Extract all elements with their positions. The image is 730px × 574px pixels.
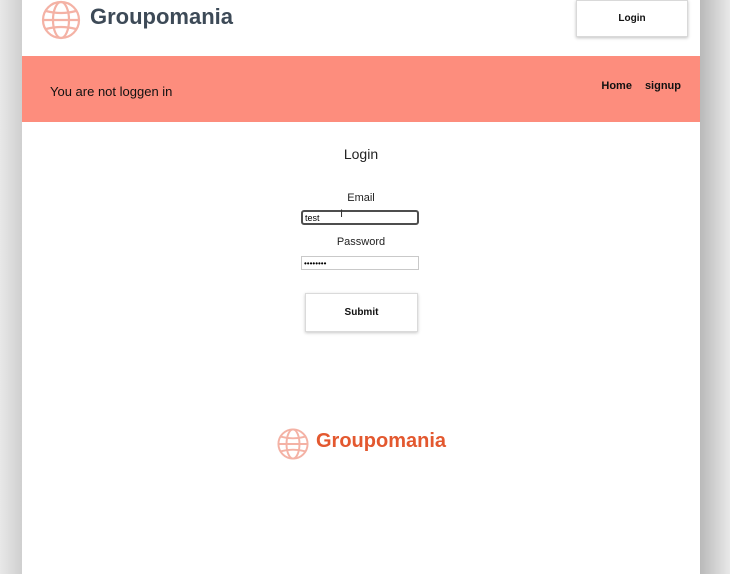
text-cursor-icon: I — [340, 208, 344, 220]
nav-link-home[interactable]: Home — [601, 80, 632, 92]
status-banner: You are not loggen in Home signup — [22, 56, 700, 122]
submit-button[interactable]: Submit — [305, 293, 418, 332]
top-header: Groupomania Login — [22, 0, 700, 56]
globe-icon — [41, 0, 81, 40]
form-title: Login — [343, 146, 379, 162]
globe-icon — [277, 428, 309, 460]
email-field[interactable] — [301, 210, 419, 225]
nav-links: Home signup — [601, 80, 681, 92]
login-status-text: You are not loggen in — [50, 84, 173, 99]
nav-link-signup[interactable]: signup — [645, 80, 681, 92]
password-label: Password — [336, 236, 386, 248]
brand-name[interactable]: Groupomania — [90, 4, 233, 30]
login-button[interactable]: Login — [576, 0, 688, 37]
password-field[interactable] — [301, 256, 419, 270]
window-shadow-left — [0, 0, 22, 574]
page: Groupomania Login You are not loggen in … — [22, 0, 700, 574]
email-label: Email — [347, 192, 375, 204]
footer-brand-name: Groupomania — [316, 430, 447, 452]
window-shadow-right — [700, 0, 730, 574]
